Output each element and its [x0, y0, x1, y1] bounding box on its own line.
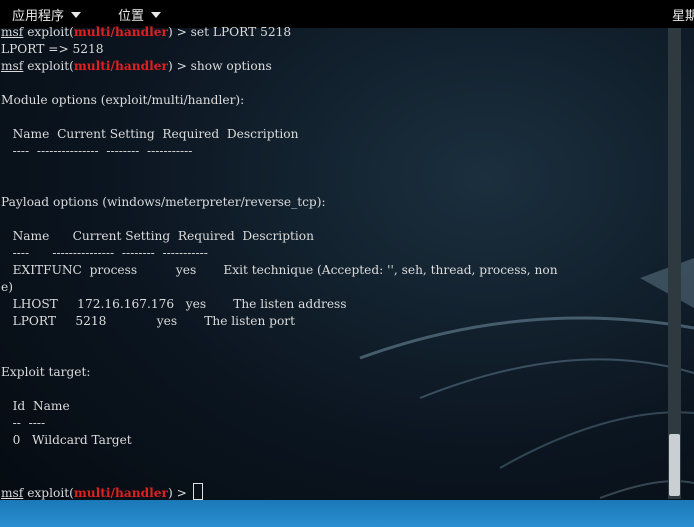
text-cursor[interactable] — [192, 483, 203, 500]
module-name: multi/handler — [73, 59, 168, 73]
terminal-line: 0 Wildcard Target — [1, 433, 132, 447]
places-label: 位置 — [118, 9, 145, 24]
terminal-line: Exploit target: — [1, 365, 91, 379]
clock[interactable]: 星期 — [672, 5, 694, 24]
clock-label: 星期 — [672, 9, 694, 24]
msf-prompt: msf — [1, 25, 24, 39]
terminal-line: msf exploit(multi/handler) > set LPORT 5… — [1, 24, 291, 41]
chevron-down-icon — [71, 11, 82, 18]
terminal-output[interactable]: msf exploit(multi/handler) > set LPORT 5… — [0, 24, 668, 502]
terminal-line: msf exploit(multi/handler) > — [1, 483, 203, 500]
msf-prompt: msf — [1, 59, 24, 73]
command-text: ) > show options — [167, 59, 272, 73]
module-name: multi/handler — [73, 25, 168, 39]
terminal-line: LPORT 5218 yes The listen port — [1, 314, 296, 328]
terminal-line: e) — [1, 280, 13, 294]
terminal-line: EXITFUNC process yes Exit technique (Acc… — [1, 263, 558, 277]
applications-menu[interactable]: 应用程序 — [12, 5, 82, 24]
scrollbar-thumb[interactable] — [669, 434, 680, 496]
terminal-line: LHOST 172.16.167.176 yes The listen addr… — [1, 297, 347, 311]
places-menu[interactable]: 位置 — [118, 5, 162, 24]
module-name: multi/handler — [73, 486, 168, 500]
terminal-line: ---- --------------- -------- ----------… — [1, 246, 208, 260]
terminal-line: -- ---- — [1, 416, 46, 430]
bottom-panel — [0, 500, 694, 527]
terminal-line: LPORT => 5218 — [1, 42, 104, 56]
terminal-scrollbar[interactable] — [668, 28, 681, 499]
msf-prompt: msf — [1, 486, 24, 500]
terminal-line: Name Current Setting Required Descriptio… — [1, 229, 314, 243]
terminal-line: Module options (exploit/multi/handler): — [1, 93, 245, 107]
terminal-line: ---- --------------- -------- ----------… — [1, 144, 193, 158]
prompt-exploit-prefix: exploit( — [23, 25, 74, 39]
terminal-line: msf exploit(multi/handler) > show option… — [1, 58, 272, 75]
applications-label: 应用程序 — [12, 9, 65, 24]
prompt-exploit-prefix: exploit( — [23, 59, 74, 73]
terminal-line: Payload options (windows/meterpreter/rev… — [1, 195, 326, 209]
terminal-line: Name Current Setting Required Descriptio… — [1, 127, 299, 141]
chevron-down-icon — [151, 11, 162, 18]
command-text: ) > — [167, 486, 191, 500]
command-text: ) > set LPORT 5218 — [167, 25, 292, 39]
prompt-exploit-prefix: exploit( — [23, 486, 74, 500]
terminal-line: Id Name — [1, 399, 70, 413]
